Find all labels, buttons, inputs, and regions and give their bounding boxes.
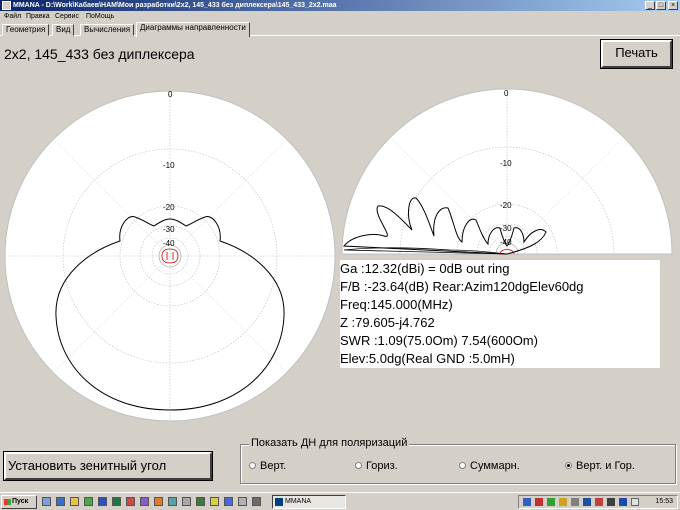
menu-bar: Файл Правка Сервис ПоМощь <box>0 11 680 22</box>
app-icon[interactable] <box>154 497 163 506</box>
elevation-ring-label: -40 <box>500 238 512 247</box>
azimuth-ring-label: -20 <box>163 203 175 212</box>
swr-line: SWR :1.09(75.0Om) 7.54(600Om) <box>340 333 538 348</box>
polarization-group: Показать ДН для поляризаций Верт. Гориз.… <box>240 437 676 484</box>
tab-patterns[interactable]: Диаграммы направленности <box>136 22 250 37</box>
azimuth-plot: 0 -10 -20 -30 -40 <box>4 90 336 422</box>
start-button-label: Пуск <box>12 498 29 505</box>
tab-strip: Геометрия Вид Вычисления Диаграммы напра… <box>0 22 680 37</box>
tray-icon[interactable] <box>523 498 531 506</box>
elevation-ring-label: -30 <box>500 224 512 233</box>
window-title: MMANA - D:\Work\Кабаев\НАМ\Мои разработк… <box>13 2 337 9</box>
maximize-button[interactable]: □ <box>656 1 666 10</box>
close-button[interactable]: × <box>668 1 678 10</box>
volume-icon[interactable] <box>631 498 639 506</box>
app-icon[interactable] <box>168 497 177 506</box>
app-icon[interactable] <box>238 497 247 506</box>
system-tray: 15:53 <box>518 495 678 509</box>
radio-vertical-indicator <box>249 462 256 469</box>
taskbar-button-mmana[interactable]: MMANA <box>272 495 346 509</box>
excel-icon[interactable] <box>112 497 121 506</box>
elevation-line: Elev:5.0dg(Real GND :5.0mH) <box>340 351 515 366</box>
menu-edit[interactable]: Правка <box>26 11 50 22</box>
radio-sum-indicator <box>459 462 466 469</box>
taskbar: Пуск MMANA 15:53 <box>0 492 680 510</box>
set-zenith-angle-button[interactable]: Установить зенитный угол <box>3 451 213 481</box>
radio-vert-and-horiz-indicator <box>565 462 572 469</box>
azimuth-ring-label: -40 <box>163 239 175 248</box>
azimuth-ring-label: 0 <box>168 90 173 99</box>
language-icon[interactable] <box>619 498 627 506</box>
azimuth-ring-label: -30 <box>163 225 175 234</box>
tray-icon[interactable] <box>571 498 579 506</box>
menu-help[interactable]: ПоМощь <box>86 11 114 22</box>
impedance-line: Z :79.605-j4.762 <box>340 315 435 330</box>
fb-line: F/B :-23.64(dB) Rear:Azim120dgElev60dg <box>340 279 584 294</box>
elevation-ring-label: 0 <box>504 89 509 98</box>
elevation-ring-label: -20 <box>500 201 512 210</box>
title-bar: MMANA - D:\Work\Кабаев\НАМ\Мои разработк… <box>0 0 680 11</box>
browser-icon[interactable] <box>56 497 65 506</box>
tray-icon[interactable] <box>583 498 591 506</box>
radio-vert-and-horiz-label: Верт. и Гор. <box>576 460 635 472</box>
results-info: Ga :12.32(dBi) = 0dB out ring F/B :-23.6… <box>340 260 660 368</box>
taskbar-button-label: MMANA <box>285 498 312 505</box>
radio-sum-label: Суммарн. <box>470 460 520 472</box>
app-icon[interactable] <box>182 497 191 506</box>
app-icon[interactable] <box>84 497 93 506</box>
menu-service[interactable]: Сервис <box>55 11 79 22</box>
start-button[interactable]: Пуск <box>1 495 37 509</box>
desktop-icon[interactable] <box>42 497 51 506</box>
word-icon[interactable] <box>98 497 107 506</box>
azimuth-ring-label: -10 <box>163 161 175 170</box>
windows-flag-icon <box>4 499 11 505</box>
radio-horizontal-label: Гориз. <box>366 460 398 472</box>
elevation-plot: 0 -10 -20 -30 -40 <box>341 88 673 255</box>
tray-icon[interactable] <box>559 498 567 506</box>
freq-line: Freq:145.000(MHz) <box>340 297 453 312</box>
app-icon[interactable] <box>252 497 261 506</box>
minimize-button[interactable]: _ <box>645 1 655 10</box>
radio-vertical-label: Верт. <box>260 460 287 472</box>
radio-horizontal-indicator <box>355 462 362 469</box>
tab-view[interactable]: Вид <box>52 24 75 36</box>
app-icon[interactable] <box>126 497 135 506</box>
tray-icon[interactable] <box>535 498 543 506</box>
tray-icon[interactable] <box>595 498 603 506</box>
mmana-window: MMANA - D:\Work\Кабаев\НАМ\Мои разработк… <box>0 0 680 510</box>
polarization-group-title: Показать ДН для поляризаций <box>249 437 410 449</box>
tray-icon[interactable] <box>607 498 615 506</box>
app-icon[interactable] <box>196 497 205 506</box>
gain-line: Ga :12.32(dBi) = 0dB out ring <box>340 261 510 276</box>
folder-icon[interactable] <box>70 497 79 506</box>
mmana-icon <box>275 498 283 506</box>
patterns-panel: 2х2, 145_433 без диплексера Печать 0 -10… <box>0 36 680 492</box>
tab-geometry[interactable]: Геометрия <box>2 24 50 36</box>
elevation-ring-label: -10 <box>500 159 512 168</box>
app-icon[interactable] <box>224 497 233 506</box>
tray-icon[interactable] <box>547 498 555 506</box>
menu-file[interactable]: Файл <box>4 11 21 22</box>
app-icon[interactable] <box>210 497 219 506</box>
tab-calculations[interactable]: Вычисления <box>80 24 135 36</box>
app-icon <box>2 1 11 10</box>
app-icon[interactable] <box>140 497 149 506</box>
taskbar-clock: 15:53 <box>655 498 673 505</box>
